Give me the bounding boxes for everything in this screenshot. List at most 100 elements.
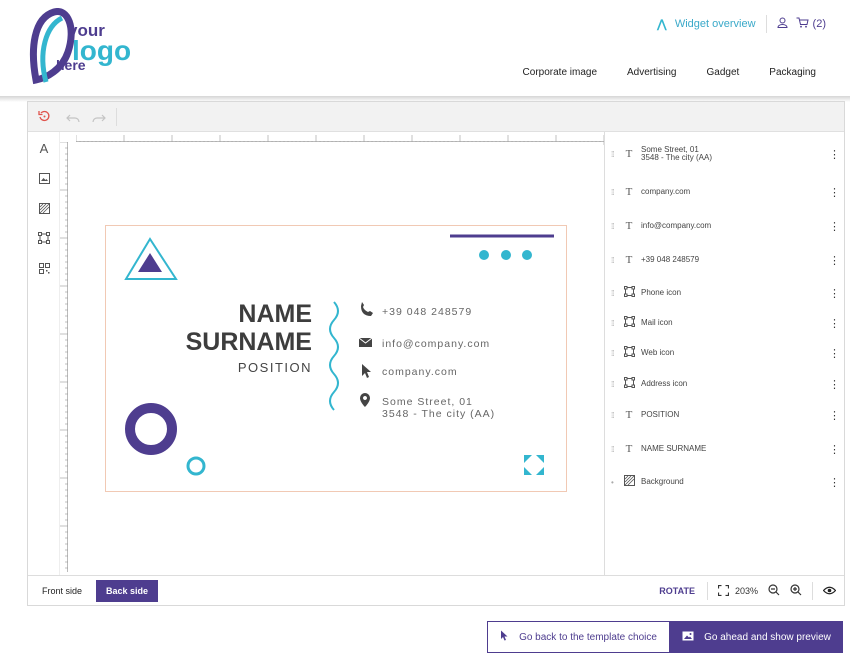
widget-overview-link[interactable]: Widget overview (675, 18, 756, 30)
drag-handle-icon[interactable]: ⁞⁞ (611, 150, 617, 159)
layer-name: info@company.com (641, 222, 829, 230)
user-icon[interactable] (777, 17, 788, 31)
layer-item[interactable]: ⁞⁞ Tinfo@company.com ⋮ (605, 211, 845, 241)
drag-handle-icon[interactable]: • (611, 478, 617, 487)
layer-name: Some Street, 01 3548 - The city (AA) (641, 146, 829, 162)
main-nav: Corporate image Advertising Gadget Packa… (523, 67, 816, 78)
shape-icon[interactable] (36, 230, 52, 246)
header-actions: ⋀ Widget overview (2) (657, 14, 826, 34)
image-icon[interactable] (36, 170, 52, 186)
shape-layer-icon (623, 377, 635, 391)
more-options-icon[interactable]: ⋮ (829, 476, 840, 489)
layer-name-line1: Address icon (641, 379, 688, 388)
vertical-ruler (60, 141, 68, 572)
layer-name-line1: NAME SURNAME (641, 444, 707, 453)
background-icon[interactable] (36, 200, 52, 216)
layer-name-line1: info@company.com (641, 221, 712, 230)
layer-item[interactable]: ⁞⁞ Address icon ⋮ (605, 369, 845, 399)
layer-item[interactable]: ⁞⁞ Phone icon ⋮ (605, 278, 845, 308)
more-options-icon[interactable]: ⋮ (829, 186, 840, 199)
divider (812, 582, 813, 600)
editor-toolbar (28, 102, 844, 132)
card-address-line1: Some Street, 01 (382, 396, 473, 408)
mail-icon (358, 337, 373, 347)
front-side-tab[interactable]: Front side (42, 586, 82, 596)
zoom-out-icon[interactable] (768, 584, 780, 598)
fit-screen-icon[interactable] (717, 584, 730, 598)
location-pin-icon (360, 393, 370, 407)
zoom-in-icon[interactable] (790, 584, 802, 598)
undo-icon[interactable] (66, 111, 80, 129)
drag-handle-icon[interactable]: ⁞⁞ (611, 445, 617, 454)
text-icon[interactable]: A (36, 140, 52, 156)
text-layer-icon: T (625, 254, 633, 266)
toolbar-divider (116, 108, 117, 126)
layer-item[interactable]: ⁞⁞ T POSITION ⋮ (605, 400, 845, 430)
layer-name: company.com (641, 188, 829, 196)
show-preview-button[interactable]: Go ahead and show preview (670, 621, 843, 653)
cart-icon[interactable] (796, 17, 809, 31)
phone-icon (361, 302, 373, 316)
qr-icon[interactable] (36, 260, 52, 276)
layer-name-line1: POSITION (641, 410, 680, 419)
image-icon (682, 631, 694, 644)
cursor-icon (500, 630, 509, 644)
preview-eye-icon[interactable] (822, 586, 837, 597)
layer-item[interactable]: • Background ⋮ (605, 467, 845, 497)
more-options-icon[interactable]: ⋮ (829, 347, 840, 360)
drag-handle-icon[interactable]: ⁞⁞ (611, 256, 617, 265)
card-name: NAME (238, 300, 312, 328)
more-options-icon[interactable]: ⋮ (829, 254, 840, 267)
layer-name: Mail icon (641, 319, 829, 327)
more-options-icon[interactable]: ⋮ (829, 317, 840, 330)
layer-item[interactable]: ⁞⁞ Tcompany.com ⋮ (605, 177, 845, 207)
cart-count[interactable]: (2) (813, 18, 826, 30)
layer-name-line2: 3548 - The city (AA) (641, 153, 712, 162)
nav-advertising[interactable]: Advertising (627, 67, 676, 78)
layer-name-line1: Web icon (641, 348, 675, 357)
text-layer-icon: T (625, 409, 633, 421)
layer-item[interactable]: ⁞⁞ Web icon ⋮ (605, 338, 845, 368)
drag-handle-icon[interactable]: ⁞⁞ (611, 380, 617, 389)
layer-name-line1: Mail icon (641, 318, 673, 327)
text-layer-icon: T (625, 443, 633, 455)
more-options-icon[interactable]: ⋮ (829, 409, 840, 422)
drag-handle-icon[interactable]: ⁞⁞ (611, 188, 617, 197)
layer-item[interactable]: ⁞⁞ T +39 048 248579 ⋮ (605, 245, 845, 275)
layer-item[interactable]: ⁞⁞ T NAME SURNAME ⋮ (605, 434, 845, 464)
more-options-icon[interactable]: ⋮ (829, 443, 840, 456)
back-to-template-button[interactable]: Go back to the template choice (487, 621, 670, 653)
drag-handle-icon[interactable]: ⁞⁞ (611, 411, 617, 420)
card-email: info@company.com (382, 338, 490, 350)
business-card[interactable]: NAME SURNAME POSITION +39 048 248579 inf… (105, 225, 567, 492)
layer-name: POSITION (641, 411, 829, 419)
brand-logo[interactable]: your logo here (28, 8, 153, 88)
nav-gadget[interactable]: Gadget (706, 67, 739, 78)
reset-icon[interactable] (38, 110, 51, 128)
more-options-icon[interactable]: ⋮ (829, 220, 840, 233)
cursor-icon (362, 364, 371, 378)
drag-handle-icon[interactable]: ⁞⁞ (611, 222, 617, 231)
back-side-tab[interactable]: Back side (96, 579, 159, 602)
layer-name: Address icon (641, 380, 829, 388)
more-options-icon[interactable]: ⋮ (829, 378, 840, 391)
more-options-icon[interactable]: ⋮ (829, 287, 840, 300)
card-position: POSITION (238, 360, 312, 375)
text-layer-icon: T (625, 220, 633, 232)
layer-name: Phone icon (641, 289, 829, 297)
drag-handle-icon[interactable]: ⁞⁞ (611, 319, 617, 328)
layer-name-line1: Phone icon (641, 288, 682, 297)
layer-name: Web icon (641, 349, 829, 357)
drag-handle-icon[interactable]: ⁞⁞ (611, 289, 617, 298)
shape-layer-icon (623, 346, 635, 360)
nav-corporate-image[interactable]: Corporate image (523, 67, 597, 78)
layer-item[interactable]: ⁞⁞ Mail icon ⋮ (605, 308, 845, 338)
more-options-icon[interactable]: ⋮ (829, 148, 840, 161)
rotate-button[interactable]: ROTATE (659, 586, 695, 596)
nav-packaging[interactable]: Packaging (769, 67, 816, 78)
view-controls: ROTATE 203% (659, 576, 837, 606)
redo-icon[interactable] (92, 111, 106, 129)
drag-handle-icon[interactable]: ⁞⁞ (611, 349, 617, 358)
layer-item[interactable]: ⁞⁞ T Some Street, 01 3548 - The city (AA) ⋮ (605, 139, 845, 169)
logo-text-here: here (56, 57, 86, 73)
